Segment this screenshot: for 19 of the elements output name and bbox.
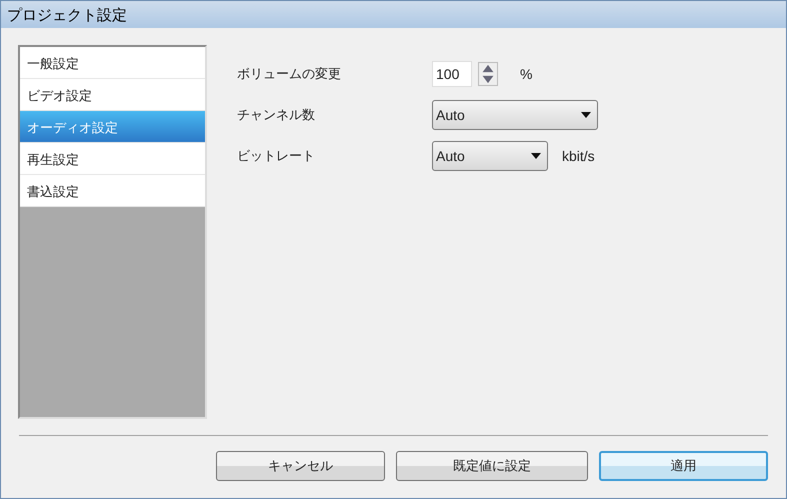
sidebar-item[interactable]: 書込設定 (20, 175, 205, 207)
sidebar-item[interactable]: ビデオ設定 (20, 79, 205, 111)
spin-buttons[interactable] (478, 62, 498, 86)
sidebar-item[interactable]: 再生設定 (20, 143, 205, 175)
unit-label: % (520, 66, 532, 82)
dialog-button[interactable]: キャンセル (216, 451, 385, 481)
setting-label: チャンネル数 (237, 107, 316, 124)
window-title: プロジェクト設定 (1, 1, 786, 28)
dropdown[interactable]: Auto (432, 141, 548, 171)
caret-icon (531, 153, 541, 159)
dialog-button[interactable]: 適用 (599, 451, 768, 481)
dropdown[interactable]: Auto (432, 100, 598, 130)
sidebar-item[interactable]: 一般設定 (20, 47, 205, 79)
setting-label: ボリュームの変更 (237, 66, 342, 83)
caret-icon (581, 112, 591, 118)
volume-input[interactable]: 100 (432, 61, 472, 87)
unit-label: kbit/s (562, 148, 595, 164)
dialog-button[interactable]: 既定値に設定 (396, 451, 588, 481)
setting-label: ビットレート (237, 148, 316, 165)
